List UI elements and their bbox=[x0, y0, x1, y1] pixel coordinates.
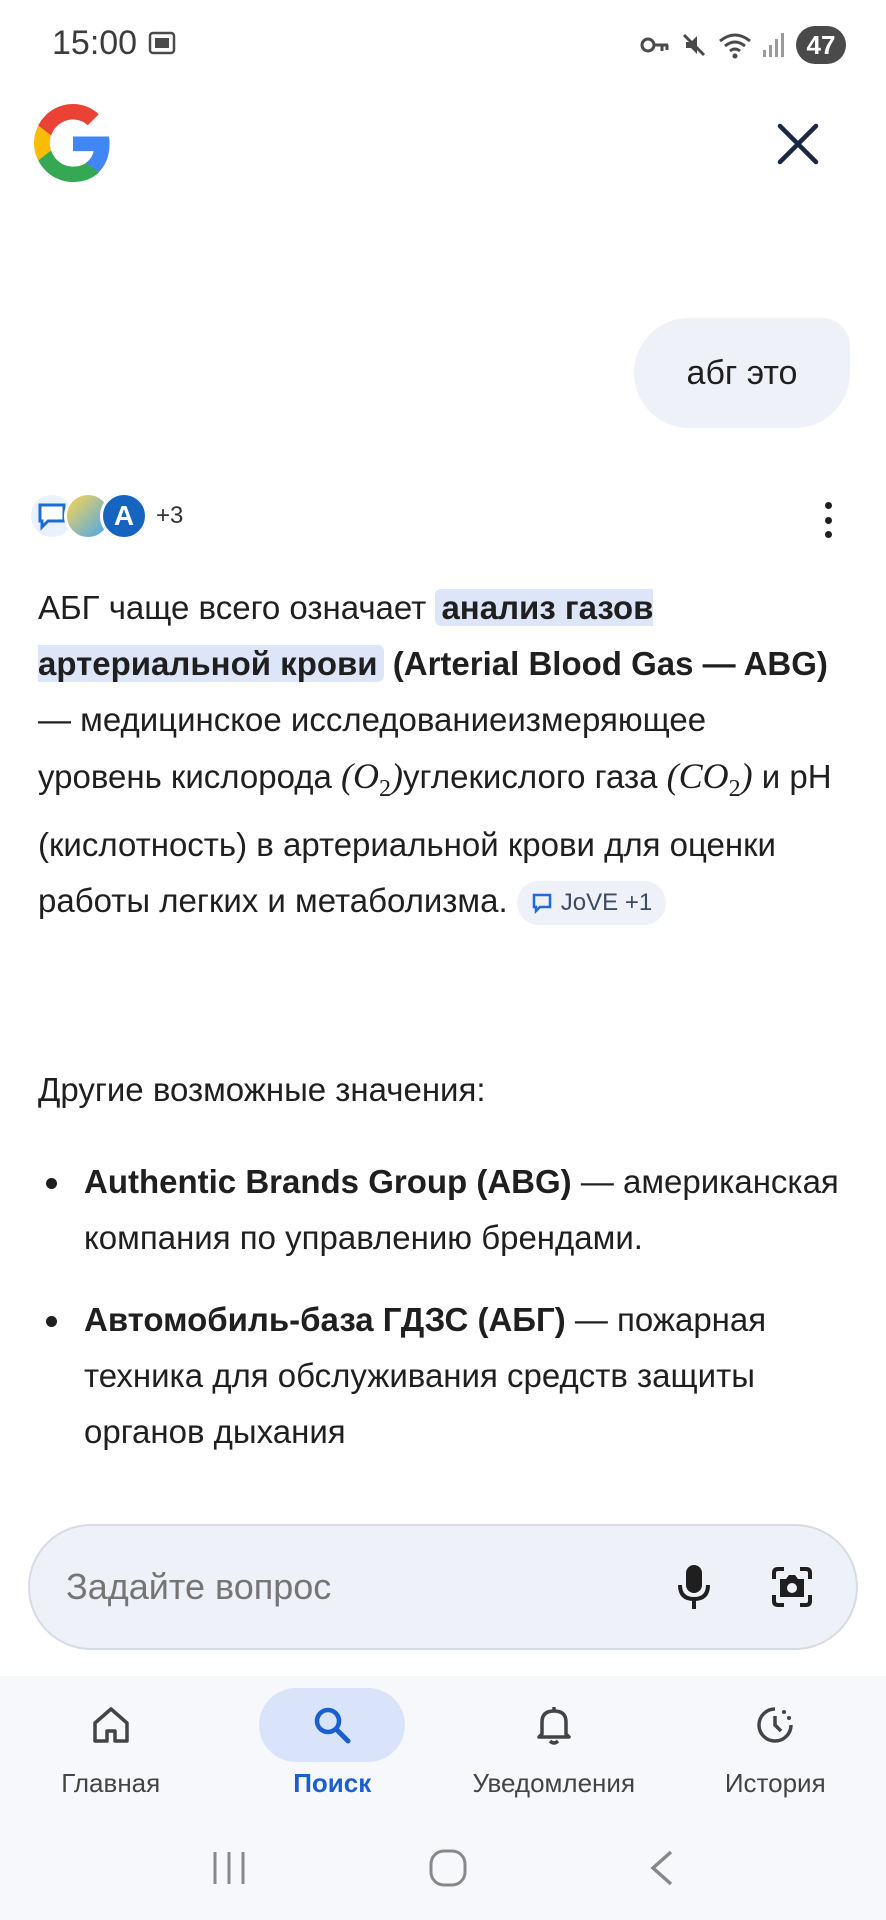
formula-co2: (CO2) bbox=[666, 756, 753, 803]
source-favicon-a: A bbox=[100, 492, 148, 540]
system-nav-bar bbox=[0, 1816, 886, 1920]
bell-icon bbox=[537, 1707, 571, 1745]
nav-search-label: Поиск bbox=[293, 1768, 372, 1798]
nav-home[interactable]: Главная bbox=[0, 1676, 222, 1816]
answer-bold: (Arterial Blood Gas — ABG) bbox=[383, 645, 828, 682]
more-options-button[interactable] bbox=[816, 498, 840, 542]
user-query-bubble: абг это bbox=[634, 318, 850, 428]
chat-bubble-icon bbox=[532, 894, 552, 915]
vpn-key-icon bbox=[640, 37, 669, 53]
answer-text: АБГ чаще всего означает bbox=[38, 589, 436, 626]
close-button[interactable] bbox=[770, 116, 826, 172]
list-item: Автомобиль-база ГДЗС (АБГ) — пожарная те… bbox=[38, 1292, 848, 1460]
nav-notifications-label: Уведомления bbox=[472, 1768, 636, 1798]
nav-search[interactable]: Поиск bbox=[222, 1676, 444, 1816]
status-bar: 15:00 47 bbox=[0, 0, 886, 92]
home-circle-icon[interactable] bbox=[428, 1848, 468, 1888]
search-icon bbox=[315, 1707, 351, 1744]
ai-answer-paragraph: АБГ чаще всего означает анализ газов арт… bbox=[38, 580, 838, 929]
other-meanings-list: Authentic Brands Group (ABG) — американс… bbox=[38, 1154, 848, 1486]
sources-row[interactable]: A +3 bbox=[28, 492, 183, 540]
screen: 15:00 47 абг это A +3 АБГ чаще всего озн… bbox=[0, 0, 886, 1920]
source-chip-label: JoVE +1 bbox=[560, 889, 653, 917]
list-item: Authentic Brands Group (ABG) — американс… bbox=[38, 1154, 848, 1266]
lens-button[interactable] bbox=[764, 1559, 820, 1615]
camera-lens-icon bbox=[772, 1567, 812, 1607]
nav-home-label: Главная bbox=[61, 1768, 161, 1798]
formula-o2: (O2) bbox=[341, 756, 404, 803]
home-icon bbox=[93, 1707, 129, 1743]
signal-icon bbox=[763, 33, 784, 57]
history-icon bbox=[757, 1707, 793, 1743]
source-chip[interactable]: JoVE +1 bbox=[516, 881, 667, 926]
close-icon bbox=[777, 123, 819, 165]
mic-icon bbox=[678, 1565, 710, 1609]
other-meanings-label: Другие возможные значения: bbox=[38, 1071, 486, 1108]
status-time: 15:00 bbox=[52, 24, 138, 62]
wifi-icon bbox=[719, 33, 751, 59]
screenshot-icon bbox=[148, 31, 176, 55]
nav-history-label: История bbox=[724, 1768, 826, 1798]
status-icons: 47 bbox=[640, 26, 846, 64]
mute-icon bbox=[682, 33, 706, 57]
user-query-text: абг это bbox=[686, 353, 798, 392]
voice-search-button[interactable] bbox=[666, 1559, 722, 1615]
answer-text: углекислого газа bbox=[403, 758, 667, 795]
recent-apps-icon[interactable] bbox=[209, 1850, 249, 1886]
ask-input[interactable] bbox=[66, 1566, 666, 1608]
nav-history[interactable]: История bbox=[665, 1676, 886, 1816]
content-clip bbox=[0, 1486, 886, 1526]
bottom-nav: Главная Поиск Уведомления История bbox=[0, 1676, 886, 1816]
back-icon[interactable] bbox=[647, 1848, 677, 1888]
sources-more-count: +3 bbox=[156, 502, 184, 529]
battery-indicator: 47 bbox=[796, 26, 846, 64]
nav-notifications[interactable]: Уведомления bbox=[443, 1676, 665, 1816]
more-vert-icon bbox=[824, 502, 832, 509]
ask-bar[interactable] bbox=[28, 1524, 858, 1650]
google-g-icon bbox=[34, 104, 110, 182]
